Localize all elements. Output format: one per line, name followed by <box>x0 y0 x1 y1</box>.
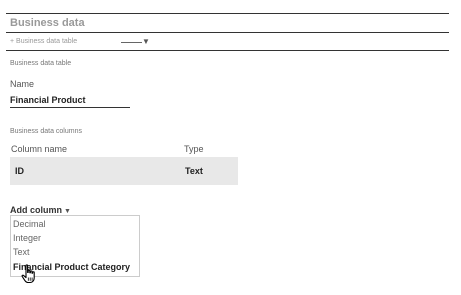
section-title: Business data <box>10 17 85 29</box>
table-dropdown-line[interactable] <box>121 42 142 43</box>
column-type-header: Type <box>184 144 204 154</box>
name-field[interactable]: Financial Product <box>10 95 86 105</box>
chevron-down-icon[interactable]: ▼ <box>142 37 150 46</box>
add-column-dropdown[interactable]: Add column ▼ <box>10 205 71 215</box>
add-column-label: Add column <box>10 205 62 215</box>
header-divider <box>6 50 449 51</box>
top-divider <box>6 13 449 14</box>
business-data-columns-heading: Business data columns <box>10 128 82 135</box>
name-field-underline <box>10 107 130 108</box>
column-name-cell[interactable]: ID <box>15 166 24 176</box>
business-data-table-heading: Business data table <box>10 60 72 67</box>
hand-pointer-icon <box>21 264 35 284</box>
chevron-down-icon: ▼ <box>64 208 71 215</box>
table-row[interactable]: ID Text <box>10 157 238 185</box>
name-label: Name <box>10 79 35 89</box>
column-name-header: Column name <box>11 144 68 154</box>
menu-item-decimal[interactable]: Decimal <box>13 219 46 229</box>
column-type-cell[interactable]: Text <box>185 166 203 176</box>
menu-item-text[interactable]: Text <box>13 247 30 257</box>
add-business-data-table-link[interactable]: + Business data table <box>10 38 77 45</box>
menu-item-integer[interactable]: Integer <box>13 233 41 243</box>
section-divider <box>6 32 449 33</box>
